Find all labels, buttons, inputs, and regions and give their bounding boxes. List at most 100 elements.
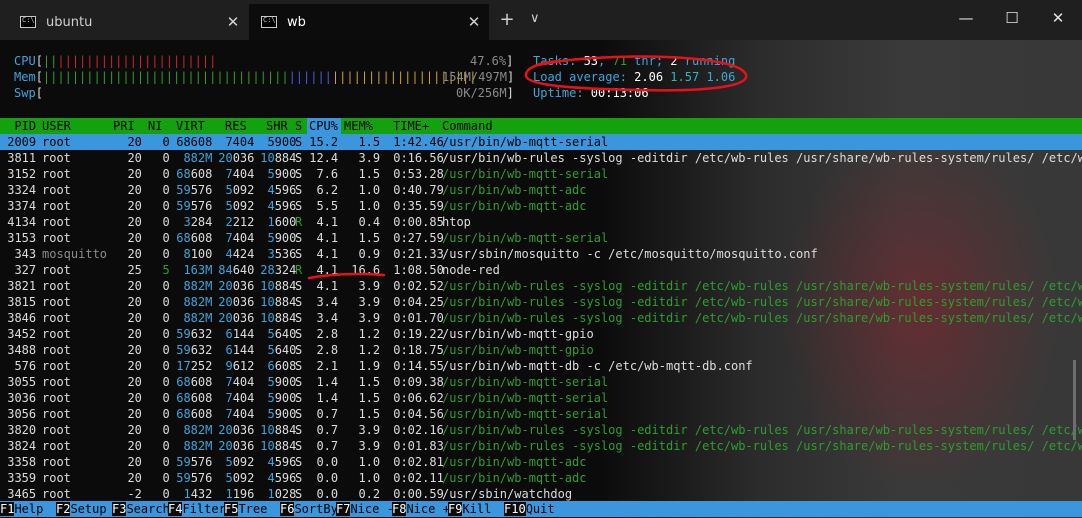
header-shr[interactable]: SHR <box>266 118 288 134</box>
scrollbar[interactable] <box>1073 360 1076 440</box>
process-row[interactable]: 3153 root 20 0 68608 7404 5900 S 4.1 1.5 0… <box>0 230 1082 246</box>
header-time[interactable]: TIME+ <box>393 118 429 134</box>
maximize-button[interactable]: ☐ <box>997 9 1027 27</box>
process-user: root <box>42 375 71 389</box>
fkey-setup[interactable]: F2Setup <box>56 501 107 517</box>
process-cmd: /usr/bin/wb-mqtt-serial <box>442 407 609 421</box>
process-row[interactable]: 3815 root 20 0 882M 20036 10884 S 3.4 3.9 … <box>0 294 1082 310</box>
process-row[interactable]: 343 mosquitto 20 0 8100 4424 3536 S 4.1 0.… <box>0 246 1082 262</box>
process-ni: 0 <box>148 295 170 309</box>
process-user: root <box>42 439 71 453</box>
header-user[interactable]: USER <box>42 118 71 134</box>
header-s[interactable]: S <box>295 118 302 134</box>
close-icon[interactable]: ✕ <box>459 13 489 31</box>
process-cmd: /usr/bin/wb-mqtt-adc <box>442 471 587 485</box>
process-cmd: /usr/bin/wb-rules -syslog -editdir /etc/… <box>442 423 1082 437</box>
process-time: 0:04.56 <box>386 407 444 421</box>
process-cmd: node-red <box>442 263 500 277</box>
process-mem: 0.9 <box>344 247 381 261</box>
header-virt[interactable]: VIRT <box>176 118 205 134</box>
process-cpu: 0.0 <box>302 455 339 469</box>
process-row[interactable]: 3820 root 20 0 882M 20036 10884 S 0.7 3.9 … <box>0 422 1082 438</box>
process-virt: 59576 <box>176 199 213 213</box>
fkey-kill[interactable]: F9Kill <box>448 501 491 517</box>
process-row[interactable]: 327 root 25 5 163M 84640 28324 R 4.1 16.6 … <box>0 262 1082 278</box>
fkey-tree[interactable]: F5Tree <box>224 501 267 517</box>
new-tab-button[interactable]: + <box>497 9 517 30</box>
header-res[interactable]: RES <box>225 118 247 134</box>
process-row[interactable]: 3821 root 20 0 882M 20036 10884 S 4.1 3.9 … <box>0 278 1082 294</box>
process-virt: 882M <box>183 151 213 165</box>
fkey-nice[interactable]: F7Nice - <box>336 501 394 517</box>
process-row[interactable]: 3846 root 20 0 882M 20036 10884 S 3.4 3.9 … <box>0 310 1082 326</box>
process-row[interactable]: 3152 root 20 0 68608 7404 5900 S 7.6 1.5 0… <box>0 166 1082 182</box>
process-time: 0:01.83 <box>386 439 444 453</box>
process-row[interactable]: 3824 root 20 0 882M 20036 10884 S 0.7 3.9 … <box>0 438 1082 454</box>
process-res: 6144 <box>225 327 255 341</box>
process-row[interactable]: 3452 root 20 0 59632 6144 5640 S 2.8 1.2 0… <box>0 326 1082 342</box>
terminal-icon <box>20 16 36 28</box>
process-cpu: 4.1 <box>302 231 339 245</box>
tab-wb[interactable]: wb ✕ <box>249 4 489 40</box>
process-res: 6144 <box>225 343 255 357</box>
fkey-key: F5 <box>224 502 239 516</box>
fkey-nice[interactable]: F8Nice + <box>392 501 450 517</box>
process-row[interactable]: 3358 root 20 0 59576 5092 4596 S 0.0 1.0 0… <box>0 454 1082 470</box>
terminal[interactable]: CPU[|||||||||||||||||||||||| 47.6%] Mem[… <box>0 40 1082 518</box>
process-user: root <box>42 215 71 229</box>
process-row[interactable]: 3324 root 20 0 59576 5092 4596 S 6.2 1.0 0… <box>0 182 1082 198</box>
process-mem: 1.2 <box>344 327 381 341</box>
column-header[interactable]: PID USER PRI NI VIRT RES SHR S CPU% MEM%… <box>0 118 1082 134</box>
process-pri: 20 <box>113 391 142 405</box>
process-row[interactable]: 4134 root 20 0 3284 2212 1600 R 4.1 0.4 0:… <box>0 214 1082 230</box>
process-row[interactable]: 576 root 20 0 17252 9612 6608 S 2.1 1.9 0:… <box>0 358 1082 374</box>
header-cpu[interactable]: CPU% <box>309 118 338 134</box>
tab-ubuntu[interactable]: ubuntu ✕ <box>8 4 248 40</box>
process-shr: 10884 <box>260 311 297 325</box>
minimize-button[interactable]: — <box>951 9 981 27</box>
process-pri: 20 <box>113 343 142 357</box>
header-ni[interactable]: NI <box>148 118 162 134</box>
process-pri: 20 <box>113 359 142 373</box>
fkey-search[interactable]: F3Search <box>112 501 170 517</box>
process-row[interactable]: 3488 root 20 0 59632 6144 5640 S 2.8 1.2 0… <box>0 342 1082 358</box>
process-res: 20036 <box>218 439 255 453</box>
swp-value: 0K/256M] <box>456 86 514 100</box>
process-row[interactable]: 2009 root 20 0 68608 7404 5900 S 15.2 1.5 … <box>0 134 1082 150</box>
process-cmd: /usr/bin/wb-rules -syslog -editdir /etc/… <box>442 311 1082 325</box>
header-pid[interactable]: PID <box>0 118 36 134</box>
header-pri[interactable]: PRI <box>113 118 135 134</box>
header-mem[interactable]: MEM% <box>344 118 373 134</box>
process-row[interactable]: 3036 root 20 0 68608 7404 5900 S 1.4 1.5 0… <box>0 390 1082 406</box>
load-average-stat: Load average: 2.06 1.57 1.06 <box>533 70 736 84</box>
process-user: root <box>42 407 71 421</box>
process-row[interactable]: 3055 root 20 0 68608 7404 5900 S 1.4 1.5 0… <box>0 374 1082 390</box>
uptime-stat: Uptime: 00:13:06 <box>533 86 649 100</box>
close-icon[interactable]: ✕ <box>218 13 248 31</box>
process-row[interactable]: 3056 root 20 0 68608 7404 5900 S 0.7 1.5 0… <box>0 406 1082 422</box>
fkey-help[interactable]: F1Help <box>0 501 43 517</box>
fkey-filter[interactable]: F4Filter <box>168 501 226 517</box>
process-mem: 1.0 <box>344 183 381 197</box>
fkey-sortby[interactable]: F6SortBy <box>280 501 338 517</box>
fkey-key: F7 <box>336 502 351 516</box>
fkey-key: F8 <box>392 502 407 516</box>
fkey-quit[interactable]: F10Quit <box>504 501 555 517</box>
process-user: root <box>42 487 71 501</box>
close-window-button[interactable]: ✕ <box>1043 9 1073 27</box>
process-pid: 3152 <box>0 167 37 181</box>
process-pid: 3821 <box>0 279 37 293</box>
process-row[interactable]: 3374 root 20 0 59576 5092 4596 S 5.5 1.0 0… <box>0 198 1082 214</box>
process-row[interactable]: 3811 root 20 0 882M 20036 10884 S 12.4 3.9… <box>0 150 1082 166</box>
process-row[interactable]: 3359 root 20 0 59576 5092 4596 S 0.0 1.0 0… <box>0 470 1082 486</box>
process-row[interactable]: 3465 root -2 0 1432 1196 1028 S 0.0 0.2 0:… <box>0 486 1082 502</box>
process-pri: 20 <box>113 311 142 325</box>
header-command[interactable]: Command <box>442 118 493 134</box>
process-cpu: 12.4 <box>302 151 339 165</box>
process-cmd: /usr/bin/wb-mqtt-serial <box>442 135 609 149</box>
process-pri: 20 <box>113 167 142 181</box>
process-user: root <box>42 311 71 325</box>
chevron-down-icon[interactable]: ∨ <box>530 11 540 26</box>
process-cmd: /usr/bin/wb-mqtt-gpio <box>442 343 594 357</box>
process-virt: 882M <box>183 423 213 437</box>
